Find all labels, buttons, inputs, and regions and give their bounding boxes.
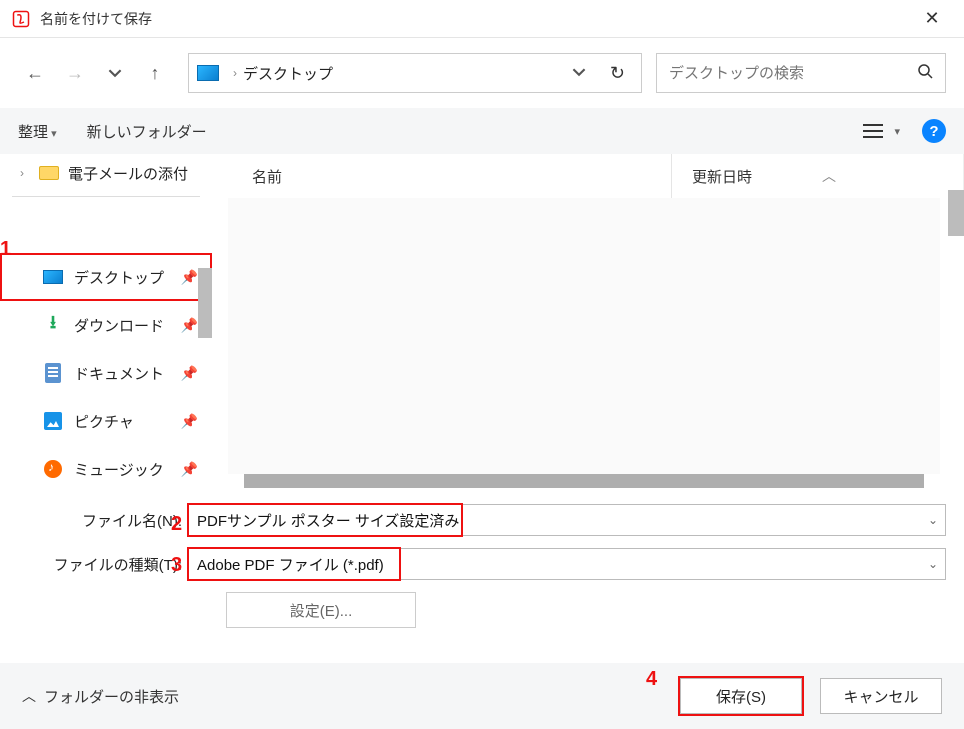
sidebar-item-music[interactable]: ミュージック 📌 <box>0 445 212 493</box>
filename-value: PDFサンプル ポスター サイズ設定済み <box>189 510 921 531</box>
sidebar-item-documents[interactable]: ドキュメント 📌 <box>0 349 212 397</box>
help-button[interactable]: ? <box>922 119 946 143</box>
file-scrollbar-horizontal[interactable] <box>244 474 924 488</box>
back-button[interactable]: ← <box>18 56 52 90</box>
address-bar[interactable]: › デスクトップ ↻ <box>188 53 642 93</box>
document-icon <box>45 363 61 383</box>
expand-icon[interactable]: › <box>20 166 34 180</box>
qa-label: ピクチャ <box>74 411 134 432</box>
location-dropdown[interactable] <box>564 65 594 82</box>
music-icon <box>44 460 62 478</box>
sidebar-item-pictures[interactable]: ピクチャ 📌 <box>0 397 212 445</box>
chevron-right-icon: › <box>233 66 237 80</box>
nav-row: ← → ↑ › デスクトップ ↻ <box>0 38 964 108</box>
filename-input[interactable]: PDFサンプル ポスター サイズ設定済み ⌄ <box>188 504 946 536</box>
search-icon <box>917 63 933 84</box>
mid-area: › 電子メールの添付 デスクトップ 📌 ⭳ ダウンロード 📌 ドキュメント 📌 … <box>0 154 964 494</box>
qa-label: ダウンロード <box>74 315 164 336</box>
close-button[interactable]: ✕ <box>912 8 952 29</box>
column-header-date[interactable]: 更新日時 <box>672 166 963 187</box>
up-button[interactable]: ↑ <box>138 56 172 90</box>
sidebar-scrollbar[interactable] <box>198 268 212 338</box>
view-mode-dropdown[interactable]: ▾ <box>894 125 900 138</box>
filetype-value: Adobe PDF ファイル (*.pdf) <box>189 554 921 575</box>
location-text: デスクトップ <box>243 63 556 84</box>
sidebar: › 電子メールの添付 デスクトップ 📌 ⭳ ダウンロード 📌 ドキュメント 📌 … <box>0 154 212 494</box>
save-button[interactable]: 保存(S) <box>680 678 802 714</box>
search-input[interactable] <box>669 65 917 82</box>
toolbar: 整理 新しいフォルダー ▾ ? <box>0 108 964 154</box>
tree-label: 電子メールの添付 <box>68 163 188 184</box>
file-list-area[interactable] <box>228 198 940 474</box>
file-scrollbar-vertical[interactable] <box>948 190 964 236</box>
qa-label: ミュージック <box>74 459 164 480</box>
scroll-up-icon[interactable]: ︿ <box>822 166 836 186</box>
forward-button[interactable]: → <box>58 56 92 90</box>
pin-icon: 📌 <box>181 413 198 430</box>
hide-folders-toggle[interactable]: ︿ フォルダーの非表示 <box>22 686 179 707</box>
view-mode-button[interactable] <box>860 120 886 142</box>
new-folder-button[interactable]: 新しいフォルダー <box>87 121 207 142</box>
filetype-label: ファイルの種類(T): <box>18 554 188 575</box>
title-bar: 名前を付けて保存 ✕ <box>0 0 964 38</box>
desktop-icon <box>43 270 63 284</box>
sidebar-item-desktop[interactable]: デスクトップ 📌 <box>0 253 212 301</box>
desktop-icon <box>197 65 219 81</box>
filename-dropdown[interactable]: ⌄ <box>921 513 945 527</box>
folder-icon <box>39 166 59 180</box>
chevron-up-icon: ︿ <box>22 686 36 706</box>
organize-menu[interactable]: 整理 <box>18 121 57 142</box>
column-header-name[interactable]: 名前 <box>212 154 672 198</box>
form-area: ファイル名(N): PDFサンプル ポスター サイズ設定済み ⌄ ファイルの種類… <box>0 494 964 634</box>
filetype-select[interactable]: Adobe PDF ファイル (*.pdf) ⌄ <box>188 548 946 580</box>
qa-label: デスクトップ <box>74 267 164 288</box>
footer: ︿ フォルダーの非表示 保存(S) キャンセル <box>0 663 964 729</box>
download-icon: ⭳ <box>50 310 56 340</box>
pin-icon: 📌 <box>181 317 198 334</box>
tree-item-email-attach[interactable]: › 電子メールの添付 <box>0 154 212 192</box>
pdf-app-icon <box>12 10 30 28</box>
filetype-dropdown[interactable]: ⌄ <box>921 557 945 571</box>
filename-label: ファイル名(N): <box>18 510 188 531</box>
settings-button[interactable]: 設定(E)... <box>226 592 416 628</box>
file-pane: 名前 更新日時 ︿ <box>212 154 964 494</box>
pin-icon: 📌 <box>181 461 198 478</box>
separator <box>12 196 200 197</box>
cancel-button[interactable]: キャンセル <box>820 678 942 714</box>
search-box[interactable] <box>656 53 946 93</box>
pin-icon: 📌 <box>181 269 198 286</box>
qa-label: ドキュメント <box>74 363 164 384</box>
window-title: 名前を付けて保存 <box>40 9 912 29</box>
refresh-button[interactable]: ↻ <box>602 63 633 84</box>
picture-icon <box>44 412 62 430</box>
column-header-row: 名前 更新日時 <box>212 154 964 198</box>
pin-icon: 📌 <box>181 365 198 382</box>
sidebar-item-downloads[interactable]: ⭳ ダウンロード 📌 <box>0 301 212 349</box>
recent-locations-button[interactable] <box>98 56 132 90</box>
